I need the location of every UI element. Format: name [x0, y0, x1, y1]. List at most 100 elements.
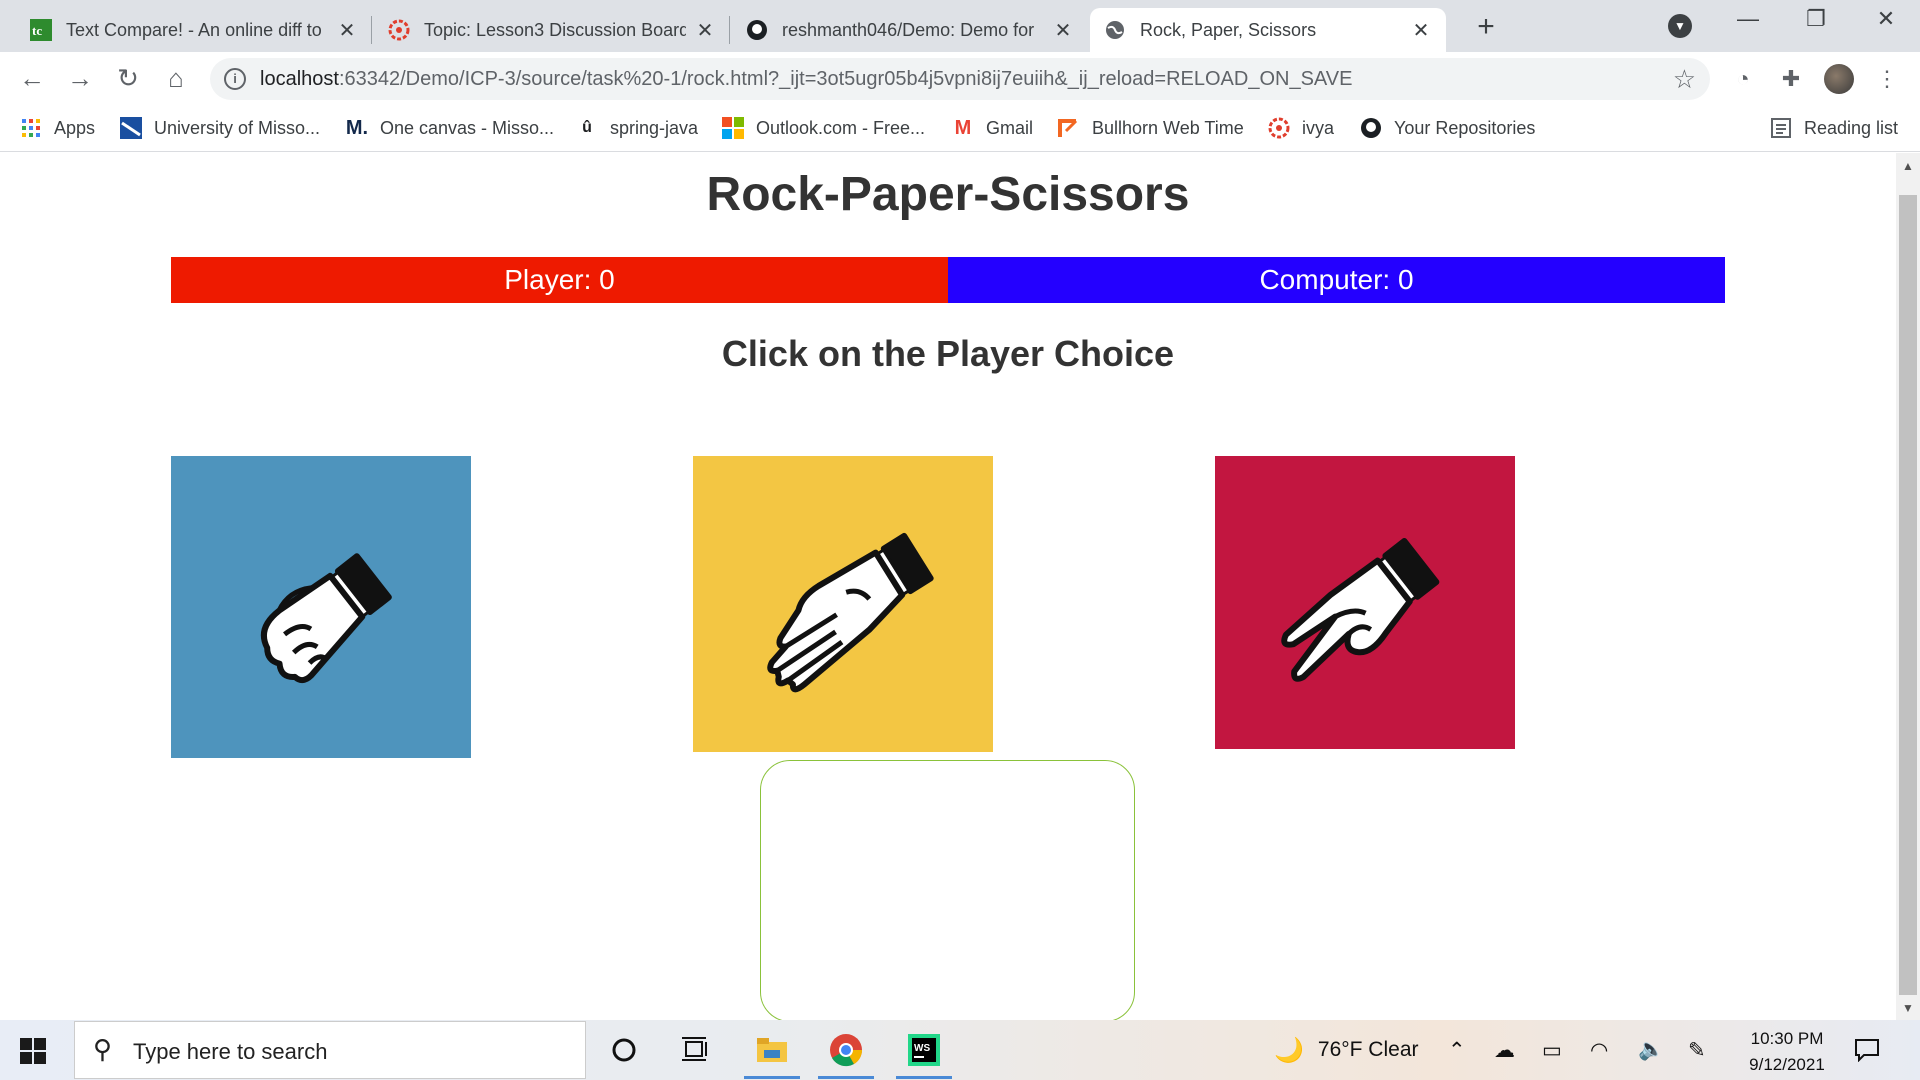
system-clock[interactable]: 10:30 PM 9/12/2021 [1734, 1026, 1840, 1078]
pen-icon[interactable]: ✎ [1688, 1030, 1706, 1070]
tab-rock-paper-scissors[interactable]: Rock, Paper, Scissors ✕ [1090, 8, 1446, 52]
scroll-up-arrow-icon[interactable]: ▲ [1896, 159, 1920, 173]
tab-lesson3[interactable]: Topic: Lesson3 Discussion Board ✕ [374, 8, 730, 52]
bookmark-outlook[interactable]: Outlook.com - Free... [722, 114, 925, 142]
volume-icon[interactable]: 🔈 [1638, 1030, 1664, 1070]
tab-title: Topic: Lesson3 Discussion Board [424, 19, 686, 40]
windows-start-icon[interactable] [20, 1038, 46, 1064]
bookmark-spring-java[interactable]: û spring-java [576, 114, 698, 142]
task-view-icon[interactable] [676, 1030, 716, 1070]
paper-hand-icon [693, 456, 993, 752]
extensions-puzzle-icon[interactable]: ✚ [1776, 64, 1806, 94]
restore-button[interactable]: ❐ [1796, 6, 1836, 40]
canvas-icon [388, 19, 410, 41]
tab-title: reshmanth046/Demo: Demo for [782, 19, 1035, 40]
apps-grid-icon [20, 117, 42, 139]
bookmark-label: Gmail [986, 117, 1034, 138]
scissors-choice[interactable] [1215, 456, 1515, 749]
show-hidden-icons-icon[interactable]: ⌃ [1448, 1030, 1466, 1070]
mizzou-icon: M. [345, 116, 369, 139]
address-bar[interactable]: i localhost:63342/Demo/ICP-3/source/task… [210, 58, 1710, 100]
udemy-icon: û [582, 119, 592, 136]
bookmark-your-repositories[interactable]: Your Repositories [1360, 114, 1535, 142]
text-compare-icon: tc [30, 19, 52, 41]
info-icon[interactable]: i [224, 68, 246, 90]
search-icon: ⚲ [93, 1034, 113, 1064]
bookmark-apps[interactable]: Apps [20, 114, 95, 142]
profile-avatar[interactable] [1824, 64, 1854, 94]
close-icon[interactable]: ✕ [694, 18, 716, 43]
chrome-icon[interactable] [818, 1030, 874, 1079]
svg-text:tc: tc [32, 23, 42, 38]
page-title: Rock-Paper-Scissors [706, 168, 1190, 221]
back-button[interactable]: ← [16, 62, 48, 94]
tab-separator [371, 16, 372, 44]
tab-search-button[interactable]: ▼ [1668, 14, 1692, 38]
svg-text:WS: WS [914, 1043, 930, 1054]
file-explorer-icon[interactable] [744, 1030, 800, 1079]
rock-choice[interactable] [171, 456, 471, 758]
onedrive-cloud-icon[interactable]: ☁ [1494, 1030, 1515, 1070]
tab-separator [729, 16, 730, 44]
performance-extension-icon[interactable]: ◔ [1728, 64, 1758, 94]
scroll-down-arrow-icon[interactable]: ▼ [1896, 1001, 1920, 1015]
github-icon [1360, 117, 1382, 139]
browser-toolbar: ← → ↻ ⌂ i localhost:63342/Demo/ICP-3/sou… [0, 52, 1920, 104]
university-icon [120, 117, 142, 139]
player-score: Player: 0 [171, 257, 948, 303]
page-scrollbar[interactable]: ▲ ▼ [1896, 153, 1920, 1020]
search-placeholder: Type here to search [133, 1039, 328, 1064]
scrollbar-thumb[interactable] [1899, 195, 1917, 995]
microsoft-icon [722, 117, 744, 139]
canvas-icon [1268, 117, 1290, 139]
moon-icon: 🌙 [1274, 1036, 1304, 1064]
clock-date: 9/12/2021 [1749, 1055, 1825, 1074]
bookmark-label: Your Repositories [1394, 117, 1536, 138]
minimize-button[interactable]: — [1728, 6, 1768, 40]
home-button[interactable]: ⌂ [160, 62, 192, 94]
close-icon[interactable]: ✕ [1410, 18, 1432, 43]
gmail-icon: M [954, 116, 972, 139]
battery-icon[interactable]: ▭ [1542, 1030, 1562, 1070]
bookmark-ivya[interactable]: ivya [1268, 114, 1334, 142]
bookmark-label: Bullhorn Web Time [1092, 117, 1244, 138]
bookmark-label: spring-java [610, 117, 699, 138]
tab-title: Text Compare! - An online diff to [66, 19, 322, 40]
tab-text-compare[interactable]: tc Text Compare! - An online diff to ✕ [16, 8, 372, 52]
cortana-icon[interactable] [604, 1030, 644, 1070]
clock-time: 10:30 PM [1750, 1029, 1824, 1048]
bookmark-gmail[interactable]: M Gmail [952, 114, 1033, 142]
close-icon[interactable]: ✕ [1052, 18, 1074, 43]
rock-hand-icon [171, 456, 471, 758]
bookmark-label: University of Misso... [154, 117, 321, 138]
bookmark-university[interactable]: University of Misso... [120, 114, 320, 142]
weather-widget[interactable]: 🌙 76°F Clear [1274, 1030, 1419, 1070]
bookmark-bullhorn[interactable]: Bullhorn Web Time [1058, 114, 1244, 142]
result-box [760, 760, 1135, 1020]
tab-github-demo[interactable]: reshmanth046/Demo: Demo for ✕ [732, 8, 1088, 52]
more-menu-icon[interactable]: ⋮ [1872, 64, 1902, 94]
url-text[interactable]: localhost:63342/Demo/ICP-3/source/task%2… [260, 68, 1352, 91]
webstorm-icon[interactable]: WS [896, 1030, 952, 1079]
computer-score: Computer: 0 [948, 257, 1725, 303]
close-icon[interactable]: ✕ [336, 18, 358, 43]
bullhorn-icon [1058, 117, 1080, 139]
reading-list-label: Reading list [1804, 117, 1899, 138]
new-tab-button[interactable]: + [1466, 10, 1506, 44]
bookmark-one-canvas[interactable]: M. One canvas - Misso... [346, 114, 554, 142]
bookmark-label: One canvas - Misso... [380, 117, 555, 138]
reading-list-icon [1770, 117, 1792, 139]
reading-list-button[interactable]: Reading list [1770, 114, 1898, 142]
bookmark-star-icon[interactable]: ☆ [1673, 64, 1696, 95]
forward-button[interactable]: → [64, 62, 96, 94]
tab-strip: tc Text Compare! - An online diff to ✕ T… [0, 0, 1920, 52]
window-close-button[interactable]: ✕ [1866, 6, 1906, 40]
globe-icon [1104, 19, 1126, 41]
taskbar-search-box[interactable]: ⚲ Type here to search [74, 1021, 586, 1079]
notifications-icon[interactable] [1854, 1030, 1880, 1070]
tab-title: Rock, Paper, Scissors [1140, 19, 1317, 40]
page-viewport: Rock-Paper-Scissors Player: 0 Computer: … [0, 153, 1896, 1020]
reload-button[interactable]: ↻ [112, 62, 144, 94]
wifi-icon[interactable]: ◠ [1590, 1030, 1608, 1070]
paper-choice[interactable] [693, 456, 993, 752]
